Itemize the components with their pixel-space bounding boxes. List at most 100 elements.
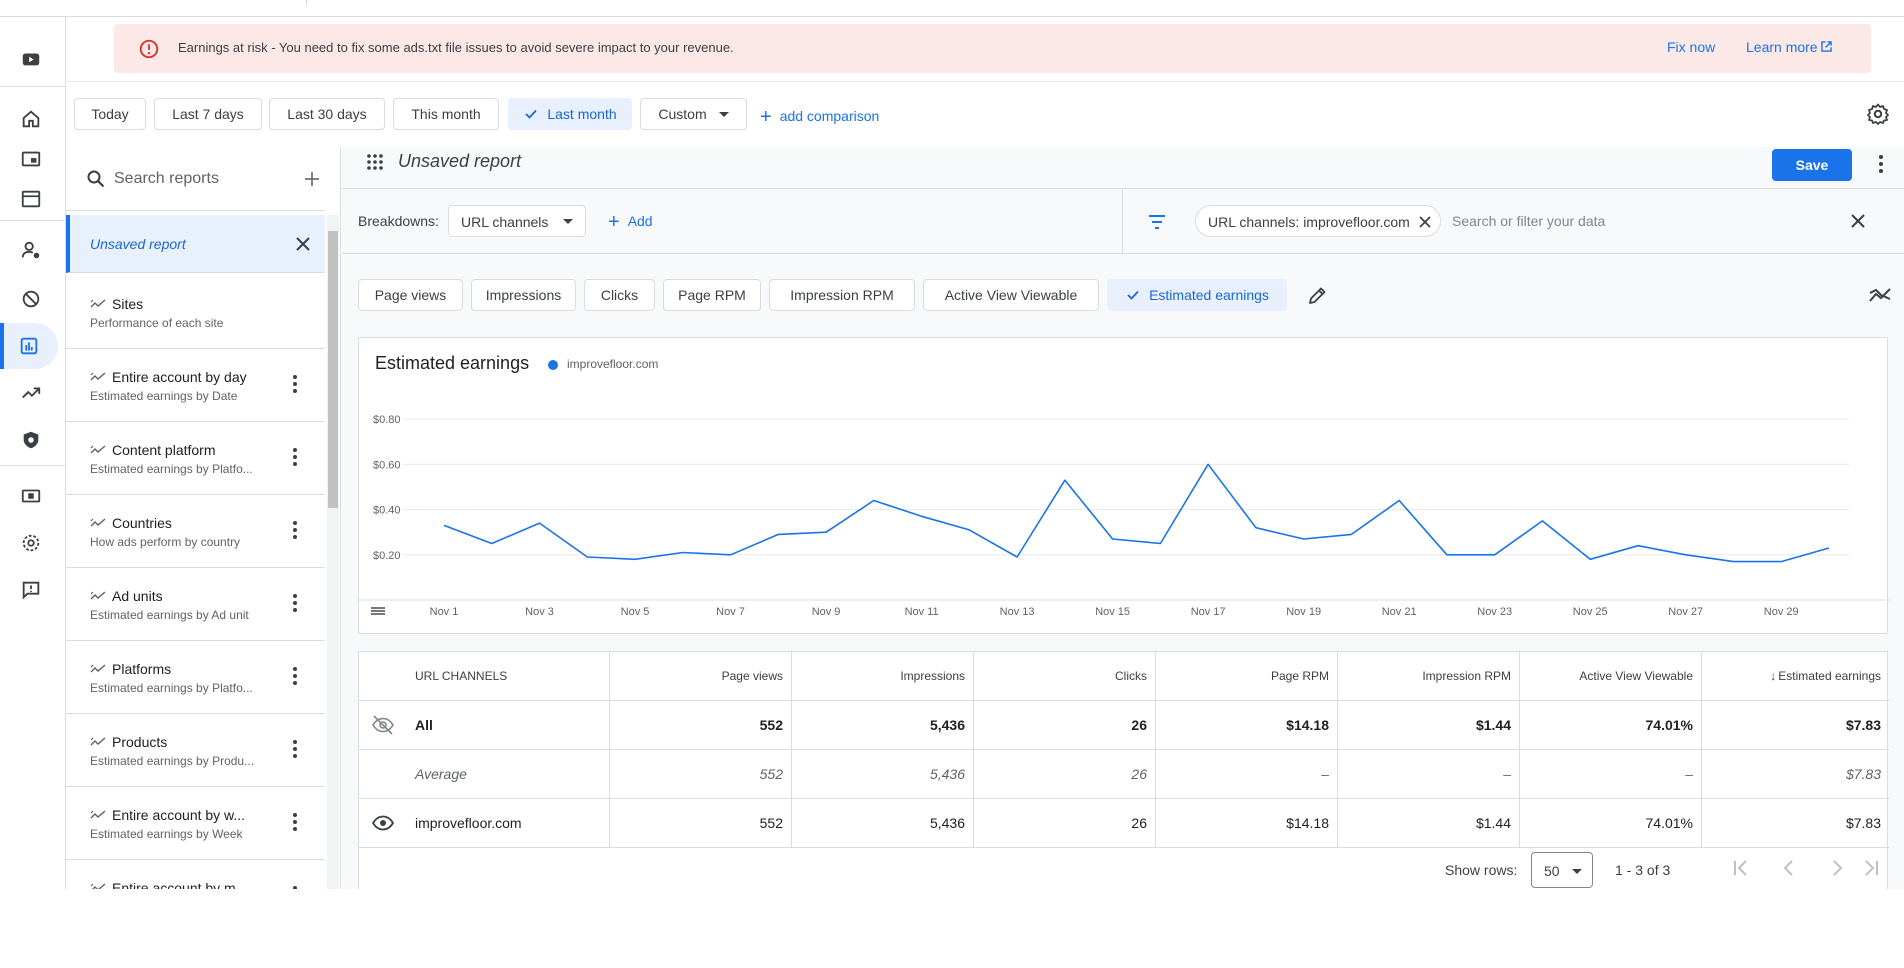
more-vert-icon[interactable]: [292, 884, 298, 889]
unsaved-report-item[interactable]: Unsaved report: [66, 215, 325, 273]
first-page-icon[interactable]: [1729, 856, 1753, 880]
filter-chip[interactable]: URL channels: improvefloor.com: [1195, 205, 1441, 237]
more-vert-icon[interactable]: [292, 519, 298, 541]
saved-report-item[interactable]: Entire account by w... Estimated earnings…: [66, 787, 325, 860]
metric-chip-impression-rpm[interactable]: Impression RPM: [769, 279, 915, 311]
report-title[interactable]: Unsaved report: [398, 151, 521, 172]
table-cell: 552: [609, 701, 791, 749]
saved-report-item[interactable]: Entire account by m...: [66, 860, 325, 889]
plus-icon: +: [608, 211, 620, 233]
metric-chip-impressions[interactable]: Impressions: [471, 279, 576, 311]
apps-grid-icon[interactable]: [366, 153, 384, 171]
last-30-days-chip[interactable]: Last 30 days: [269, 98, 385, 130]
optimization-icon[interactable]: [4, 370, 58, 416]
clear-filters-icon[interactable]: [1848, 211, 1868, 231]
metric-chip-clicks[interactable]: Clicks: [584, 279, 655, 311]
this-month-chip[interactable]: This month: [393, 98, 499, 130]
metric-chip-page-rpm[interactable]: Page RPM: [663, 279, 761, 311]
more-vert-icon[interactable]: [292, 446, 298, 468]
saved-report-subtitle: Estimated earnings by Produ...: [90, 754, 255, 768]
more-vert-icon[interactable]: [292, 592, 298, 614]
gear-icon[interactable]: [1866, 102, 1890, 126]
column-header[interactable]: Active View Viewable: [1519, 652, 1701, 700]
edit-metrics-pencil-icon[interactable]: [1306, 285, 1328, 307]
sidebar-scrollbar[interactable]: [327, 215, 339, 889]
saved-report-item[interactable]: Entire account by day Estimated earnings …: [66, 349, 325, 422]
metric-chip-label: Active View Viewable: [944, 287, 1078, 303]
blocking-controls-icon[interactable]: [4, 276, 58, 322]
x-tick-label: Nov 17: [1191, 606, 1226, 618]
remove-filter-icon[interactable]: [1418, 215, 1432, 229]
table-cell: $1.44: [1337, 799, 1519, 847]
more-vert-icon[interactable]: [1878, 153, 1884, 175]
metric-chip-estimated-earnings[interactable]: Estimated earnings: [1107, 279, 1287, 311]
filter-icon[interactable]: [1147, 213, 1167, 231]
payments-icon[interactable]: [4, 473, 58, 519]
settings-icon[interactable]: [4, 520, 58, 566]
trend-icon: [90, 883, 106, 889]
more-vert-icon[interactable]: [292, 665, 298, 687]
x-tick-label: Nov 9: [812, 606, 841, 618]
today-chip[interactable]: Today: [74, 98, 146, 130]
earnings-line-chart[interactable]: $0.20 $0.40 $0.60 $0.80 Nov 1 Nov 3 Nov 5 Nov 7…: [359, 338, 1889, 635]
last-month-chip[interactable]: Last month: [508, 98, 632, 130]
breakdown-dropdown[interactable]: URL channels: [448, 205, 586, 237]
row-label: All: [359, 701, 609, 749]
fix-now-link[interactable]: Fix now: [1667, 39, 1715, 55]
metric-chip-label: Clicks: [600, 287, 639, 303]
saved-report-item[interactable]: Sites Performance of each site: [66, 276, 325, 349]
column-header[interactable]: Clicks: [973, 652, 1155, 700]
more-vert-icon[interactable]: [292, 738, 298, 760]
scrollbar-thumb[interactable]: [328, 231, 338, 508]
saved-report-title: Sites: [112, 296, 144, 312]
more-vert-icon[interactable]: [292, 373, 298, 395]
new-report-plus-icon[interactable]: [302, 169, 322, 189]
youtube-icon[interactable]: [4, 36, 58, 82]
reports-icon[interactable]: [0, 323, 58, 369]
column-header-text: Active View Viewable: [1579, 669, 1693, 683]
metric-chip-active-view-viewable[interactable]: Active View Viewable: [923, 279, 1099, 311]
add-breakdown-button[interactable]: + Add: [608, 211, 653, 234]
chevron-down-icon: [1572, 869, 1582, 874]
sites-icon[interactable]: [4, 176, 58, 222]
column-header[interactable]: ↓ Estimated earnings: [1701, 652, 1889, 700]
close-icon[interactable]: [292, 233, 314, 255]
x-tick-label: Nov 13: [1000, 606, 1035, 618]
policy-center-icon[interactable]: [4, 417, 58, 463]
visibility-off-icon[interactable]: [371, 713, 395, 737]
table-cell: $7.83: [1701, 799, 1889, 847]
metric-chip-label: Page views: [374, 287, 447, 303]
search-reports-input[interactable]: [114, 167, 284, 191]
saved-report-item[interactable]: Ad units Estimated earnings by Ad unit: [66, 568, 325, 641]
filter-search-input[interactable]: [1452, 209, 1752, 233]
last-7-days-chip[interactable]: Last 7 days: [154, 98, 262, 130]
saved-report-item[interactable]: Content platform Estimated earnings by Pl…: [66, 422, 325, 495]
table-cell: $14.18: [1155, 799, 1337, 847]
privacy-messaging-icon[interactable]: [4, 227, 58, 273]
saved-report-item[interactable]: Products Estimated earnings by Produ...: [66, 714, 325, 787]
add-comparison-link[interactable]: + add comparison: [760, 106, 879, 129]
saved-report-item[interactable]: Countries How ads perform by country: [66, 495, 325, 568]
metric-chip-page-views[interactable]: Page views: [358, 279, 463, 311]
saved-report-item[interactable]: Platforms Estimated earnings by Platfo...: [66, 641, 325, 714]
column-header[interactable]: Impression RPM: [1337, 652, 1519, 700]
column-header[interactable]: Impressions: [791, 652, 973, 700]
series-line-improvefloor: [443, 463, 1830, 563]
rows-per-page-select[interactable]: 50: [1531, 852, 1593, 888]
table-cell-text: $7.83: [1845, 717, 1881, 733]
last-page-icon[interactable]: [1859, 856, 1883, 880]
save-button[interactable]: Save: [1772, 149, 1852, 181]
custom-dropdown[interactable]: Custom: [640, 98, 747, 130]
feedback-icon[interactable]: [4, 567, 58, 613]
more-vert-icon[interactable]: [292, 811, 298, 833]
column-header[interactable]: URL CHANNELS: [359, 652, 609, 700]
visibility-icon[interactable]: [371, 811, 395, 835]
learn-more-link[interactable]: Learn more: [1746, 39, 1833, 55]
column-header[interactable]: Page views: [609, 652, 791, 700]
column-header[interactable]: Page RPM: [1155, 652, 1337, 700]
prev-page-icon[interactable]: [1777, 856, 1801, 880]
next-page-icon[interactable]: [1825, 856, 1849, 880]
top-bar: [0, 0, 1904, 17]
table-cell: –: [1337, 750, 1519, 798]
chart-toggle-icon[interactable]: [1868, 285, 1892, 305]
